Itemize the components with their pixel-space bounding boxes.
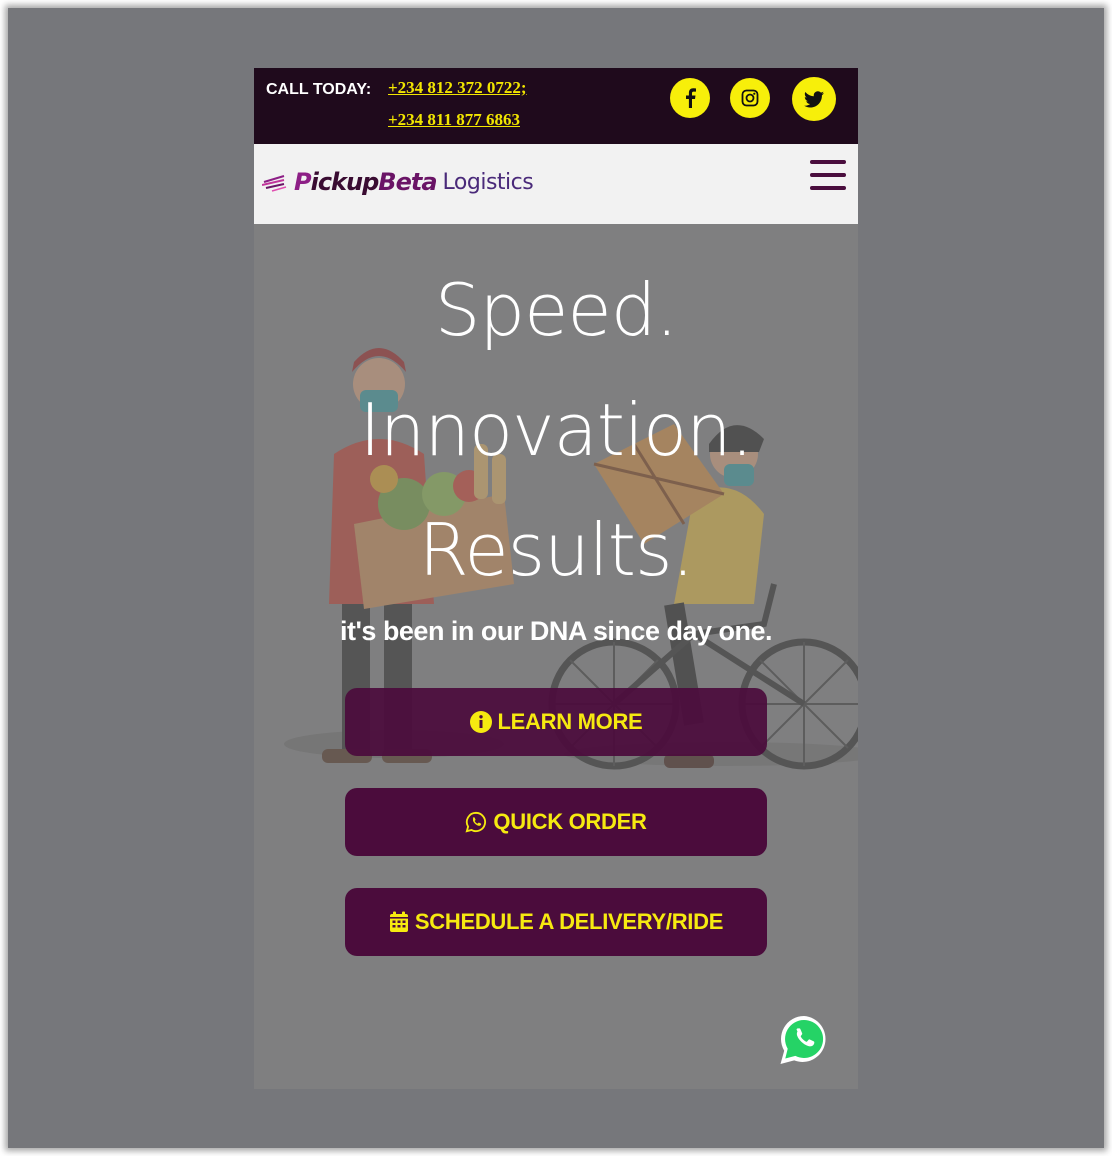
hero-title-line-3: Results.: [418, 508, 695, 592]
speed-swoosh-icon: [262, 175, 287, 192]
menu-bar: [810, 173, 846, 177]
facebook-icon: [686, 88, 696, 108]
twitter-icon: [804, 90, 824, 107]
brand-part-p: P: [294, 168, 312, 196]
menu-bar: [810, 186, 846, 190]
quick-order-label: QUICK ORDER: [493, 809, 647, 834]
whatsapp-icon: [465, 811, 487, 833]
instagram-icon: [741, 89, 759, 107]
learn-more-label: LEARN MORE: [497, 709, 643, 734]
phone-link-1[interactable]: +234 812 372 0722;: [388, 78, 527, 98]
top-contact-bar: CALL TODAY: +234 812 372 0722; +234 811 …: [254, 68, 858, 144]
info-circle-icon: [469, 711, 492, 733]
learn-more-button[interactable]: LEARN MORE: [345, 688, 767, 756]
hero-title-line-1: Speed.: [434, 268, 679, 352]
mobile-viewport: CALL TODAY: +234 812 372 0722; +234 811 …: [254, 68, 858, 1089]
hamburger-menu-icon[interactable]: [810, 160, 846, 192]
whatsapp-float-icon: [780, 1016, 826, 1064]
call-today-label: CALL TODAY:: [266, 81, 372, 98]
facebook-button[interactable]: [670, 78, 710, 118]
hero-subtitle: it's been in our DNA since day one.: [339, 616, 773, 646]
brand-logo[interactable]: PickupBeta Logistics: [262, 162, 534, 202]
calendar-icon: [389, 911, 409, 933]
phone-link-2[interactable]: +234 811 877 6863: [388, 110, 520, 130]
quick-order-button[interactable]: QUICK ORDER: [345, 788, 767, 856]
menu-bar: [810, 160, 846, 164]
twitter-button[interactable]: [792, 77, 836, 121]
brand-part-ickup: ickup: [310, 168, 380, 196]
main-navbar: PickupBeta Logistics: [254, 144, 858, 224]
schedule-delivery-label: SCHEDULE A DELIVERY/RIDE: [414, 909, 724, 934]
whatsapp-float-button[interactable]: [776, 1012, 832, 1068]
brand-subtitle: Logistics: [442, 169, 534, 195]
brand-part-beta: Beta: [378, 168, 437, 196]
brand-name: PickupBeta: [294, 168, 438, 196]
hero-section: Speed. Innovation. Results. it's been in…: [254, 224, 858, 1089]
instagram-button[interactable]: [730, 78, 770, 118]
hero-title-line-2: Innovation.: [359, 388, 753, 472]
hero-overlay: [254, 224, 858, 1089]
schedule-delivery-button[interactable]: SCHEDULE A DELIVERY/RIDE: [345, 888, 767, 956]
